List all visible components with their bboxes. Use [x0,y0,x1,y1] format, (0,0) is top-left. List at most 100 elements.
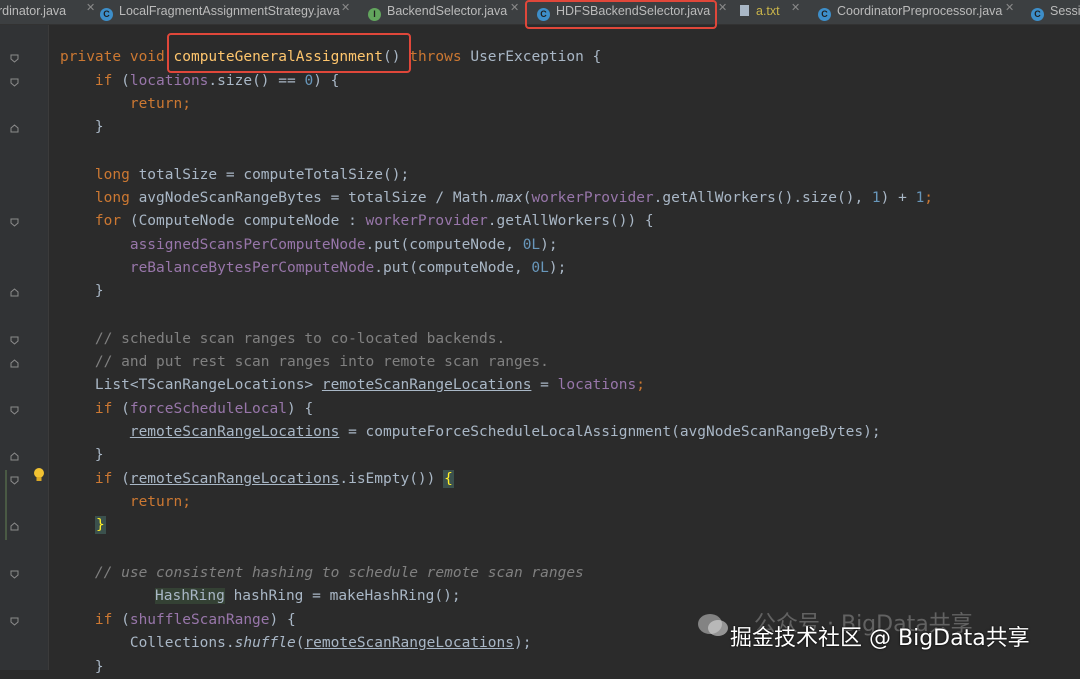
code-token: = computeForceScheduleLocalAssignment(av… [339,424,881,440]
lightbulb-icon[interactable] [32,467,46,487]
field: reBalanceBytesPerComputeNode [129,260,375,276]
field: assignedScansPerComputeNode [129,237,366,253]
number: 0L [522,237,541,253]
code-token: ) { [269,612,296,628]
code-line: } [60,656,104,679]
fold-icon[interactable] [10,570,19,579]
keyword: private void [60,49,174,65]
static-method: shuffle [234,635,296,651]
fold-icon[interactable] [10,617,19,626]
comment: // and put rest scan ranges into remote … [60,354,549,370]
code-token: } [60,283,104,299]
editor-gutter [0,25,49,670]
code-line: if (locations.size() == 0) { [60,70,339,93]
keyword: if [60,401,122,417]
field: workerProvider [365,213,488,229]
field: locations [129,73,209,89]
fold-icon[interactable] [10,476,19,485]
code-token: List<TScanRangeLocations> [60,377,322,393]
keyword: if [60,471,122,487]
keyword: return; [60,96,191,112]
code-token: = [531,377,558,393]
code-token: ( [121,471,130,487]
variable: remoteScanRangeLocations [129,424,340,440]
code-line: // and put rest scan ranges into remote … [60,351,549,374]
keyword: for [60,213,130,229]
variable: remoteScanRangeLocations [321,377,532,393]
code-line: } [95,514,106,537]
code-line: reBalanceBytesPerComputeNode.put(compute… [60,257,567,280]
code-line: return; [60,93,191,116]
fold-end-icon[interactable] [10,359,19,368]
code-token: ( [121,401,130,417]
code-line: assignedScansPerComputeNode.put(computeN… [60,234,558,257]
code-token: ( [121,73,130,89]
class-name: HashRing [155,588,225,604]
code-token: ) { [313,73,340,89]
number: 0L [531,260,549,276]
code-token: UserException { [461,49,602,65]
code-line: } [60,444,104,467]
code-token: .put(computeNode, [365,237,523,253]
number: 1 [871,190,881,206]
watermark-text: 掘金技术社区 @ BigData共享 [730,626,1030,651]
code-token: () [383,49,410,65]
vcs-change-marker[interactable] [5,470,7,540]
tab-label: rdinator.java [0,4,67,18]
code-token: Collections. [60,635,235,651]
code-token: .put(computeNode, [374,260,532,276]
keyword: long [60,167,139,183]
code-line: // use consistent hashing to schedule re… [60,562,584,585]
code-token: ; [636,377,645,393]
comment: // schedule scan ranges to co-located ba… [60,331,506,347]
keyword: return; [60,494,191,510]
static-method: max [496,190,523,206]
code-line: if (remoteScanRangeLocations.isEmpty()) … [60,468,454,491]
code-token: hashRing = makeHashRing(); [224,588,461,604]
field: workerProvider [531,190,654,206]
code-line: if (forceScheduleLocal) { [60,398,313,421]
fold-icon[interactable] [10,54,19,63]
fold-end-icon[interactable] [10,124,19,133]
fold-icon[interactable] [10,78,19,87]
variable: remoteScanRangeLocations [304,635,514,651]
code-line: for (ComputeNode computeNode : workerPro… [60,210,654,233]
variable: remoteScanRangeLocations [129,471,340,487]
code-token: .isEmpty()) [339,471,445,487]
code-editor[interactable]: private void computeGeneralAssignment ( ) … [60,0,1080,675]
code-token: ) { [286,401,314,417]
code-line: } [60,280,104,303]
fold-end-icon[interactable] [10,522,19,531]
keyword: if [60,612,122,628]
code-token: .getAllWorkers().size(), [653,190,872,206]
number: 0 [304,73,314,89]
method-name: computeGeneralAssignment [173,49,384,65]
code-token: ); [540,237,558,253]
comment: // use consistent hashing to schedule re… [60,565,584,581]
watermark: 公众号 · BigData共享 掘金技术社区 @ BigData共享 [696,598,1076,658]
code-token: ( [121,612,130,628]
code-token: ); [513,635,532,651]
tab-coordinator[interactable]: rdinator.java [0,0,66,24]
code-line: Collections.shuffle(remoteScanRangeLocat… [60,632,532,655]
number: 1 [915,190,925,206]
code-line: HashRing hashRing = makeHashRing(); [155,585,461,608]
code-line: // schedule scan ranges to co-located ba… [60,328,505,351]
fold-end-icon[interactable] [10,452,19,461]
code-token: } [60,659,104,675]
code-token: ); [548,260,567,276]
code-token: totalSize = computeTotalSize(); [138,167,410,183]
code-token: avgNodeScanRangeBytes = totalSize / Math… [138,190,497,206]
code-token: (ComputeNode computeNode : [129,213,366,229]
code-line: long totalSize = computeTotalSize(); [60,164,409,187]
fold-end-icon[interactable] [10,288,19,297]
code-token: ; [924,190,934,206]
code-line: } [60,116,104,139]
code-token: .size() == [208,73,305,89]
fold-icon[interactable] [10,218,19,227]
fold-icon[interactable] [10,336,19,345]
fold-icon[interactable] [10,406,19,415]
